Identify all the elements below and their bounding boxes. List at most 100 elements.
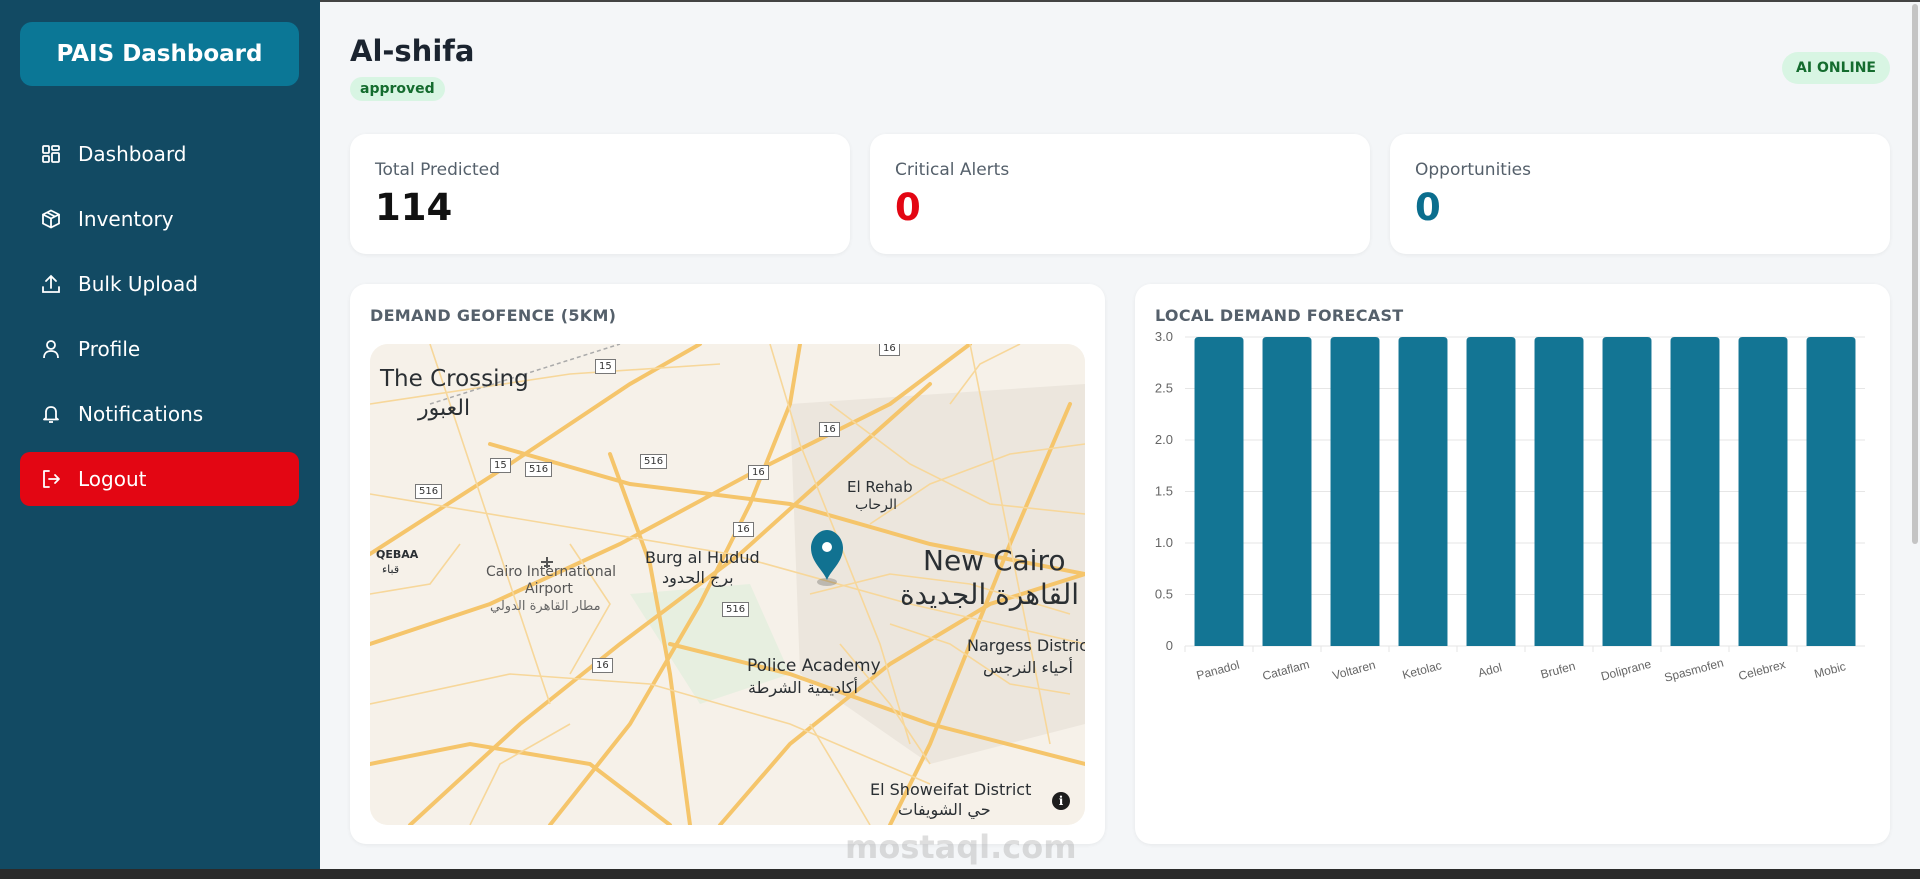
map-label: القاهرة الجديدة: [900, 578, 1080, 611]
road-shield: 16: [879, 344, 900, 356]
x-tick-label: Doliprane: [1599, 657, 1653, 684]
map-label: Burg al Hudud: [645, 548, 760, 567]
stat-value: 0: [1415, 186, 1441, 229]
x-tick-label: Cataflam: [1261, 657, 1311, 683]
stat-value: 0: [895, 186, 921, 229]
road-shield: 16: [733, 522, 754, 537]
taskbar: [0, 869, 1920, 879]
bar: [1466, 337, 1516, 646]
box-icon: [40, 208, 62, 230]
map-label: العبور: [418, 396, 471, 421]
map-label: الرحاب: [855, 497, 897, 513]
map-label: El Showeifat District: [870, 780, 1032, 799]
y-tick-label: 1.5: [1155, 484, 1173, 499]
forecast-panel: LOCAL DEMAND FORECAST 0 0.5 1.0 1.5 2.0 2.5 3.…: [1135, 284, 1890, 844]
forecast-bar-chart: 0 0.5 1.0 1.5 2.0 2.5 3.0 Panadol Cataflam Voltar…: [1155, 332, 1865, 685]
road-shield: 15: [595, 359, 616, 374]
y-tick-label: 2.5: [1155, 381, 1173, 396]
road-shield: 516: [640, 454, 668, 469]
road-shield: 516: [415, 484, 443, 499]
bar: [1330, 337, 1380, 646]
road-shield: 516: [722, 602, 750, 617]
map-label: Police Academy: [747, 656, 881, 676]
map-label: QEBAA: [376, 548, 419, 561]
forecast-panel-title: LOCAL DEMAND FORECAST: [1155, 306, 1404, 325]
bar: [1398, 337, 1448, 646]
map-label: حي الشويفات: [898, 800, 991, 819]
bar: [1602, 337, 1652, 646]
dashboard-grid-icon: [40, 143, 62, 165]
y-tick-label: 2.0: [1155, 432, 1173, 447]
sidebar-item-label: Dashboard: [78, 142, 187, 166]
brand-logo[interactable]: PAIS Dashboard: [20, 22, 299, 86]
stat-label: Critical Alerts: [895, 160, 1010, 180]
x-tick-label: Brufen: [1539, 659, 1577, 682]
scrollbar-thumb[interactable]: [1912, 4, 1918, 544]
x-tick-label: Panadol: [1195, 658, 1241, 683]
sidebar-item-label: Profile: [78, 337, 141, 361]
x-tick-label: Mobic: [1813, 659, 1848, 681]
bell-icon: [40, 403, 62, 425]
bar: [1534, 337, 1584, 646]
status-badge: approved: [350, 77, 445, 101]
stat-label: Total Predicted: [375, 160, 500, 180]
bar: [1670, 337, 1720, 646]
map-panel: DEMAND GEOFENCE (5KM) The Crossing العبو…: [350, 284, 1105, 844]
x-tick-label: Ketolac: [1401, 658, 1443, 682]
page-title: Al-shifa: [350, 34, 475, 68]
stat-label: Opportunities: [1415, 160, 1531, 180]
map-label: The Crossing: [380, 366, 529, 392]
map-info-icon[interactable]: i: [1052, 792, 1070, 810]
logout-button[interactable]: Logout: [20, 452, 299, 506]
map-label: قباء: [382, 563, 400, 576]
logout-icon: [40, 468, 62, 490]
watermark: mostaql.com: [845, 828, 1077, 866]
x-tick-label: Spasmofen: [1663, 656, 1725, 685]
upload-icon: [40, 273, 62, 295]
stat-card-critical-alerts: Critical Alerts 0: [870, 134, 1370, 254]
sidebar-item-label: Inventory: [78, 207, 174, 231]
road-shield: 16: [748, 465, 769, 480]
x-tick-label: Celebrex: [1737, 657, 1787, 683]
map-label: Airport: [525, 581, 573, 597]
sidebar-item-bulk-upload[interactable]: Bulk Upload: [20, 257, 299, 311]
sidebar-item-notifications[interactable]: Notifications: [20, 387, 299, 441]
bar: [1194, 337, 1244, 646]
main-content: Al-shifa approved AI ONLINE Total Predic…: [320, 0, 1920, 879]
y-tick-label: 0: [1166, 638, 1173, 653]
sidebar-item-inventory[interactable]: Inventory: [20, 192, 299, 246]
ai-status-badge: AI ONLINE: [1782, 52, 1890, 84]
sidebar-item-dashboard[interactable]: Dashboard: [20, 127, 299, 181]
stat-value: 114: [375, 186, 453, 229]
map-label: Cairo International: [486, 564, 617, 580]
y-tick-label: 1.0: [1155, 535, 1173, 550]
bar: [1806, 337, 1856, 646]
road-shield: 15: [490, 458, 511, 473]
map-label: مطار القاهرة الدولي: [490, 599, 601, 614]
map-label: برج الحدود: [662, 568, 734, 587]
map-label: New Cairo: [923, 544, 1066, 577]
sidebar-item-label: Bulk Upload: [78, 272, 198, 296]
map-label: El Rehab: [847, 478, 913, 496]
y-tick-label: 3.0: [1155, 332, 1173, 344]
map-panel-title: DEMAND GEOFENCE (5KM): [370, 306, 617, 325]
sidebar: PAIS Dashboard Dashboard Inventory Bulk …: [0, 0, 320, 879]
map-label: أحياء النرجس: [983, 658, 1073, 677]
user-icon: [40, 338, 62, 360]
bar: [1738, 337, 1788, 646]
bar: [1262, 337, 1312, 646]
sidebar-item-profile[interactable]: Profile: [20, 322, 299, 376]
stat-card-total-predicted: Total Predicted 114: [350, 134, 850, 254]
road-shield: 16: [592, 658, 613, 673]
page-scrollbar[interactable]: [1908, 2, 1920, 871]
stat-card-opportunities: Opportunities 0: [1390, 134, 1890, 254]
demand-geofence-map[interactable]: The Crossing العبور El Rehab الرحاب QEBA…: [370, 344, 1085, 825]
y-tick-label: 0.5: [1155, 587, 1173, 602]
map-label: Nargess Distric: [967, 636, 1085, 655]
road-shield: 516: [525, 462, 553, 477]
road-shield: 16: [819, 422, 840, 437]
sidebar-item-label: Notifications: [78, 402, 204, 426]
x-tick-label: Voltaren: [1331, 658, 1377, 683]
x-tick-label: Adol: [1477, 660, 1504, 680]
sidebar-item-label: Logout: [78, 467, 147, 491]
